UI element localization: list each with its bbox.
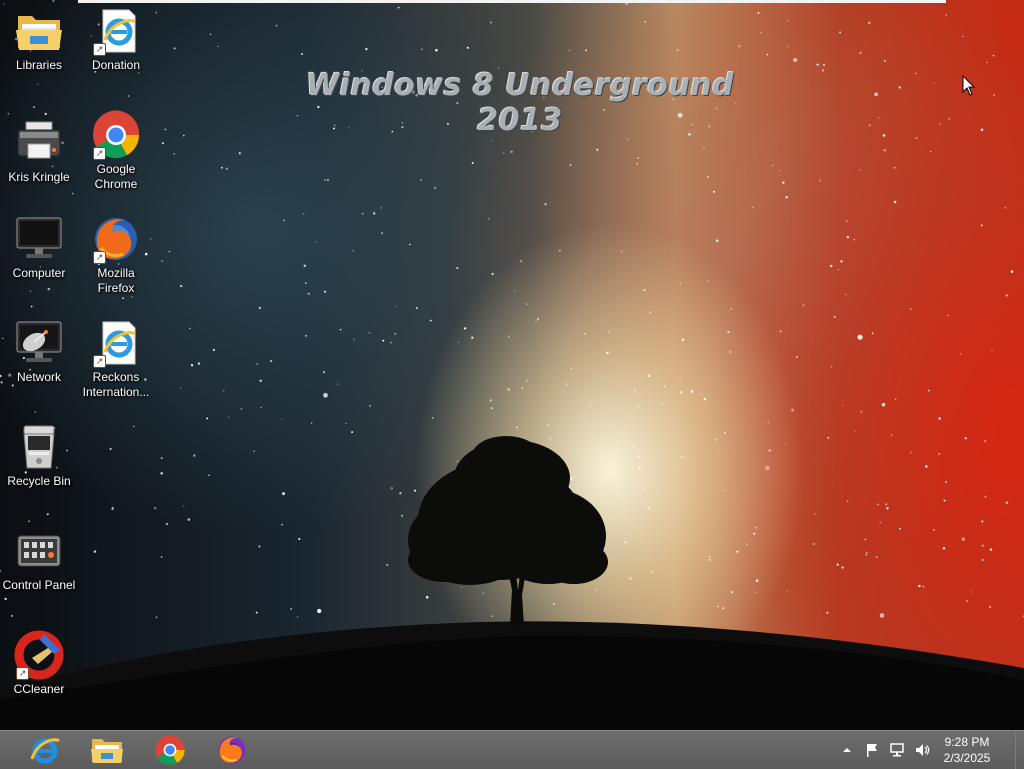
taskbar-internet-explorer[interactable] [16,732,74,768]
desktop-icon-label: Recycle Bin [7,474,71,488]
shortcut-arrow-icon: ↗ [93,43,106,56]
system-tray [839,731,930,769]
recycle-bin-icon [14,422,64,472]
volume-icon[interactable] [914,742,930,758]
taskbar-file-explorer[interactable] [78,732,136,768]
desktop-icon-recycle-bin[interactable]: Recycle Bin [1,422,77,489]
clock-time: 9:28 PM [944,735,990,749]
printer-icon [14,118,64,168]
clock-date: 2/3/2025 [943,751,991,765]
show-hidden-icons-arrow[interactable] [839,742,855,758]
shortcut-arrow-icon: ↗ [16,667,29,680]
shortcut-arrow-icon: ↗ [93,355,106,368]
desktop-icon-label: Google Chrome [94,162,138,191]
internet-explorer-icon: ↗ [91,318,141,368]
desktop-icon-reckons-internet[interactable]: ↗ Reckons Internation... [78,318,154,400]
desktop-icon-mozilla-firefox[interactable]: ↗ Mozilla Firefox [78,214,154,296]
desktop-icon-google-chrome[interactable]: ↗ Google Chrome [78,110,154,192]
show-desktop-button[interactable] [1015,731,1024,769]
taskbar: 9:28 PM 2/3/2025 [0,730,1024,769]
ccleaner-icon: ↗ [14,630,64,680]
internet-explorer-icon [30,738,61,764]
desktop-icon-label: Donation [91,58,141,72]
desktop-icon-network[interactable]: Network [1,318,77,385]
monitor-icon [14,214,64,264]
desktop-icon-label: Reckons Internation... [82,370,150,399]
action-center-flag-icon[interactable] [864,742,880,758]
desktop-icon-label: Libraries [15,58,63,72]
network-icon[interactable] [889,742,905,758]
desktop-icon-kris-kringle[interactable]: Kris Kringle [1,118,77,185]
mouse-cursor-icon [962,75,976,96]
firefox-icon: ↗ [91,214,141,264]
internet-explorer-icon: ↗ [91,6,141,56]
desktop-icon-label: Control Panel [2,578,76,592]
libraries-folder-icon [14,6,64,56]
desktop-icon-libraries[interactable]: Libraries [1,6,77,73]
network-satellite-icon [14,318,64,368]
top-window-edge [78,0,946,3]
desktop-icon-label: Network [16,370,61,384]
chevron-up-icon [843,748,851,752]
desktop-icon-donation[interactable]: ↗ Donation [78,6,154,73]
wallpaper-watermark: Windows 8 Underground 2013 [305,68,735,138]
desktop-icon-ccleaner[interactable]: ↗ CCleaner [1,630,77,697]
desktop-icon-label: CCleaner [13,682,65,696]
taskbar-firefox[interactable] [203,732,261,768]
chrome-icon [155,735,185,765]
taskbar-google-chrome[interactable] [141,732,199,768]
firefox-icon [218,736,246,764]
desktop-icon-control-panel[interactable]: Control Panel [1,526,77,593]
chrome-icon: ↗ [91,110,141,160]
file-explorer-icon [91,739,123,763]
control-panel-icon [14,526,64,576]
shortcut-arrow-icon: ↗ [93,251,106,264]
desktop-icon-label: Kris Kringle [8,170,70,184]
desktop-icon-label: Computer [12,266,66,280]
desktop-icon-computer[interactable]: Computer [1,214,77,281]
taskbar-clock[interactable]: 9:28 PM 2/3/2025 [936,734,998,766]
shortcut-arrow-icon: ↗ [93,147,106,160]
desktop-icon-label: Mozilla Firefox [97,266,135,295]
